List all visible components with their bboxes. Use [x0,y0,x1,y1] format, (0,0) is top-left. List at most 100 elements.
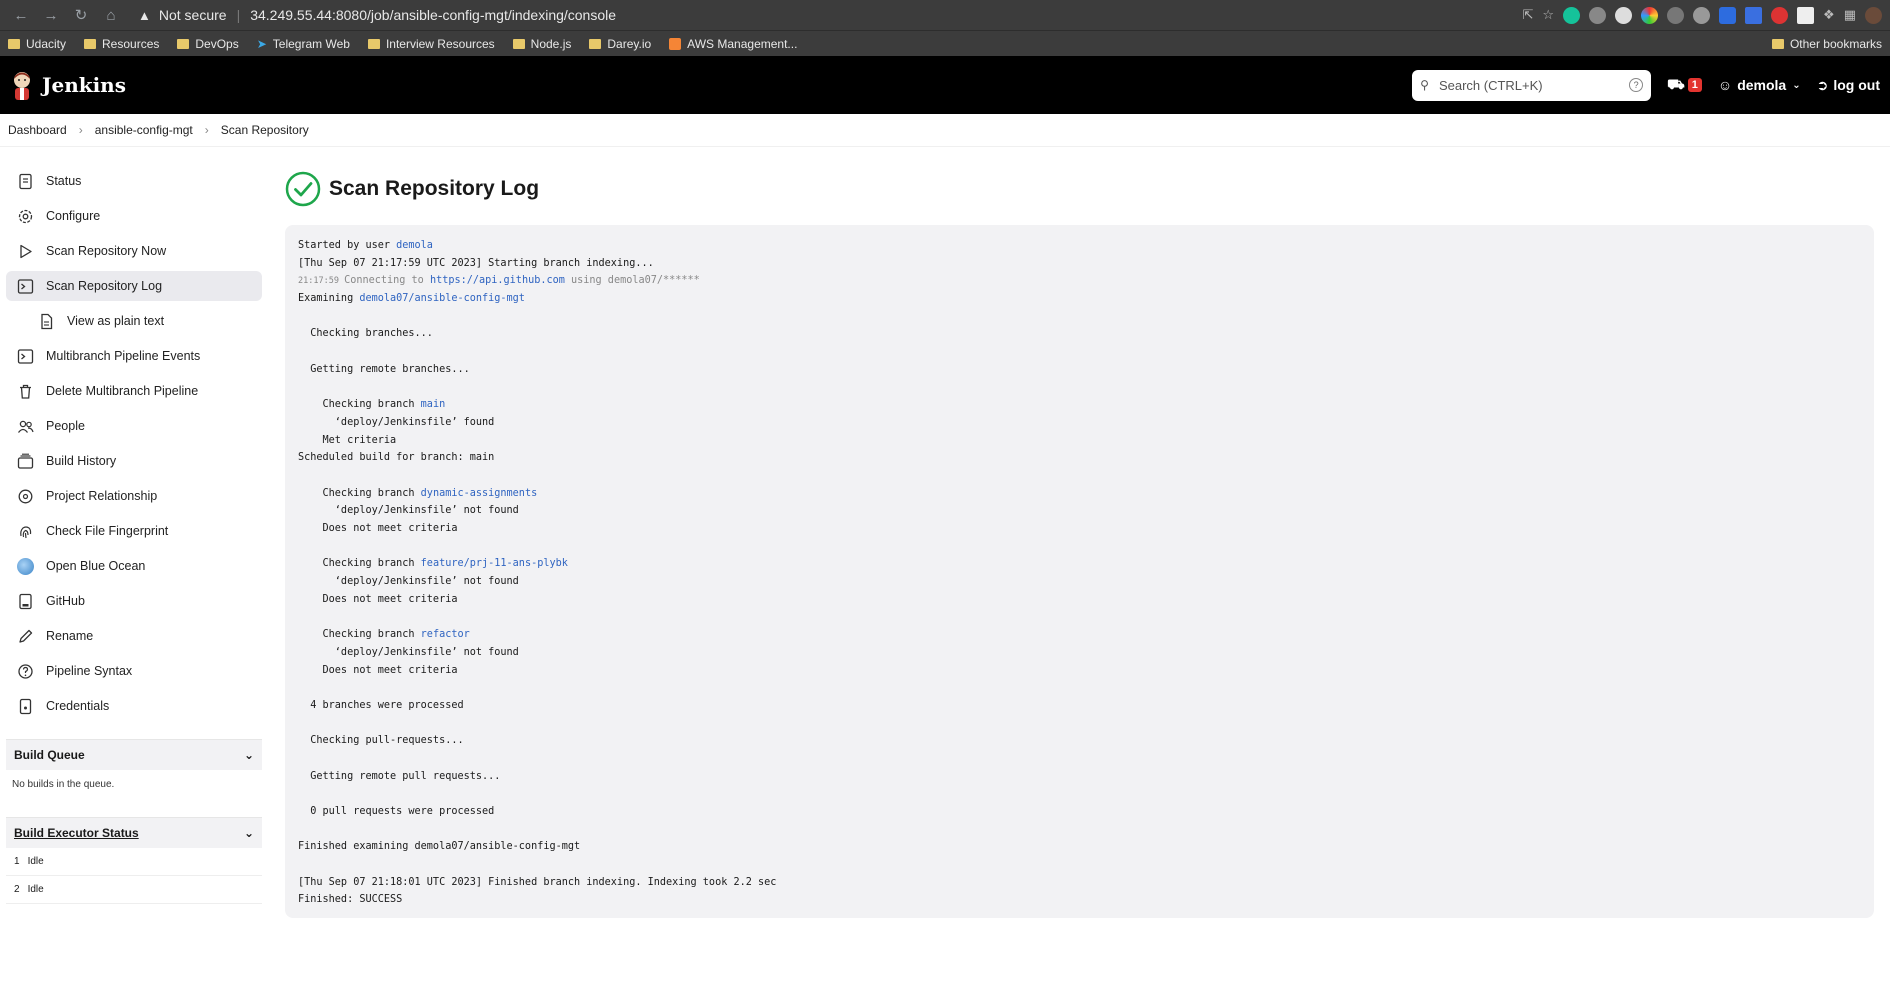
sidebar-item-github[interactable]: GitHub [6,586,262,616]
console-line: Checking pull-requests... [298,732,1861,750]
console-link[interactable]: dynamic-assignments [421,488,538,499]
console-text: Checking branches... [298,328,433,340]
help-icon[interactable]: ? [1629,78,1644,92]
extension-icon[interactable] [1771,6,1789,24]
forward-icon[interactable]: → [38,2,64,28]
console-text: Met criteria [298,434,397,446]
executor-status: Idle [27,856,44,867]
bookmark-resources[interactable]: Resources [84,37,159,51]
security-alerts[interactable]: ⛟ 1 [1667,76,1702,95]
sidebar-item-scan-repository-now[interactable]: Scan Repository Now [6,236,262,266]
logout-link[interactable]: ➲ log out [1817,77,1880,94]
bookmark-interview-resources[interactable]: Interview Resources [367,37,495,51]
folder-icon [367,38,380,49]
sidebar-item-label: Delete Multibranch Pipeline [46,384,199,398]
star-icon[interactable]: ☆ [1542,7,1554,23]
other-bookmarks[interactable]: Other bookmarks [1771,37,1882,51]
console-line: Met criteria [298,432,1861,450]
sidebar-item-project-relationship[interactable]: Project Relationship [6,481,262,511]
sidepanel-icon[interactable]: ▦ [1844,7,1856,23]
shield-icon: ⛟ [1667,75,1685,92]
executor-title[interactable]: Build Executor Status [14,826,139,840]
grammarly-icon[interactable] [1563,6,1581,24]
terminal-icon [17,278,34,295]
user-icon: ☺ [1717,77,1733,93]
back-icon[interactable]: ← [8,2,34,28]
bookmark-telegram[interactable]: ➤ Telegram Web [257,37,350,51]
bookmark-udacity[interactable]: Udacity [8,37,66,51]
sidebar-item-open-blue-ocean[interactable]: Open Blue Ocean [6,551,262,581]
extension-icon[interactable] [1745,6,1763,24]
sidebar-item-label: Scan Repository Log [46,279,163,293]
react-icon[interactable] [1589,6,1607,24]
executor-header[interactable]: Build Executor Status ⌄ [6,818,262,848]
jenkins-home-link[interactable]: Jenkins [10,70,126,100]
bookmarks-bar: Udacity Resources DevOps ➤ Telegram Web I… [0,30,1890,56]
console-link[interactable]: demola [396,240,433,251]
zoom-icon[interactable] [1719,6,1737,24]
sidebar-item-delete-multibranch-pipeline[interactable]: Delete Multibranch Pipeline [6,376,262,406]
console-text: Getting remote branches... [298,363,470,375]
bookmark-dareyio[interactable]: Darey.io [589,37,651,51]
url-text[interactable]: 34.249.55.44:8080/job/ansible-config-mgt… [250,7,616,23]
console-line: Does not meet criteria [298,591,1861,609]
search-box[interactable]: ⚲ Search (CTRL+K) ? [1412,69,1652,101]
breadcrumb-job[interactable]: ansible-config-mgt [95,123,193,137]
chevron-right-icon: › [78,123,83,137]
console-link[interactable]: demola07/ansible-config-mgt [359,293,525,304]
user-menu[interactable]: ☺ demola ⌄ [1718,77,1801,93]
console-text: Checking pull-requests... [298,735,464,747]
bookmark-nodejs[interactable]: Node.js [512,37,571,51]
search-input[interactable]: Search (CTRL+K) [1439,78,1543,93]
jenkins-butler-icon [14,72,30,100]
extension-icon[interactable] [1693,6,1711,24]
bookmark-aws[interactable]: AWS Management... [669,37,797,51]
sidebar-item-build-history[interactable]: Build History [6,446,262,476]
console-link[interactable]: refactor [421,629,470,640]
console-text: Does not meet criteria [298,593,458,605]
sidebar-item-configure[interactable]: Configure [6,201,262,231]
logout-label: log out [1833,77,1880,93]
share-icon[interactable]: ⇱ [1522,7,1533,23]
chevron-down-icon[interactable]: ⌄ [244,826,254,840]
logout-icon: ➲ [1816,76,1829,93]
console-line: Checking branch feature/prj-11-ans-plybk [298,555,1861,573]
sidebar-item-scan-repository-log[interactable]: Scan Repository Log [6,271,262,301]
console-text: Scheduled build for branch: main [298,452,495,464]
sidebar-item-rename[interactable]: Rename [6,621,262,651]
alert-badge: 1 [1687,78,1702,92]
sidebar-item-label: Pipeline Syntax [46,664,133,678]
extension-icon[interactable] [1667,6,1685,24]
reload-icon[interactable]: ↻ [68,2,94,28]
build-queue-header[interactable]: Build Queue ⌄ [6,740,262,770]
sidebar-item-status[interactable]: Status [6,166,262,196]
console-text: Checking branch [298,558,421,570]
console-link[interactable]: main [421,399,446,410]
sidebar-item-credentials[interactable]: Credentials [6,691,262,721]
console-link[interactable]: feature/prj-11-ans-plybk [421,558,568,569]
sidebar-item-view-as-plain-text[interactable]: View as plain text [6,306,262,336]
executor-row: 2 Idle [6,876,262,904]
home-icon[interactable]: ⌂ [98,2,124,28]
puzzle-icon[interactable]: ❖ [1823,7,1835,23]
executor-panel: Build Executor Status ⌄ 1 Idle 2 Idle [6,817,262,904]
console-link[interactable]: https://api.github.com [430,275,565,286]
sidebar-item-people[interactable]: People [6,411,262,441]
extension-icon[interactable] [1797,6,1815,24]
extension-icon[interactable] [1615,6,1633,24]
bookmark-devops[interactable]: DevOps [177,37,239,51]
console-text: ‘deploy/Jenkinsfile’ found [298,416,495,428]
console-text: [Thu Sep 07 21:17:59 UTC 2023] Starting … [298,257,654,269]
chevron-down-icon[interactable]: ⌄ [244,748,254,762]
color-picker-icon[interactable] [1641,6,1659,24]
sidebar-item-check-file-fingerprint[interactable]: Check File Fingerprint [6,516,262,546]
breadcrumb-dashboard[interactable]: Dashboard [8,123,67,137]
profile-avatar-icon[interactable] [1865,6,1882,24]
breadcrumb-current[interactable]: Scan Repository [221,123,309,137]
address-bar[interactable]: ▲ Not secure | 34.249.55.44:8080/job/ans… [138,2,1522,28]
sidebar-item-multibranch-pipeline-events[interactable]: Multibranch Pipeline Events [6,341,262,371]
sidebar-item-pipeline-syntax[interactable]: Pipeline Syntax [6,656,262,686]
